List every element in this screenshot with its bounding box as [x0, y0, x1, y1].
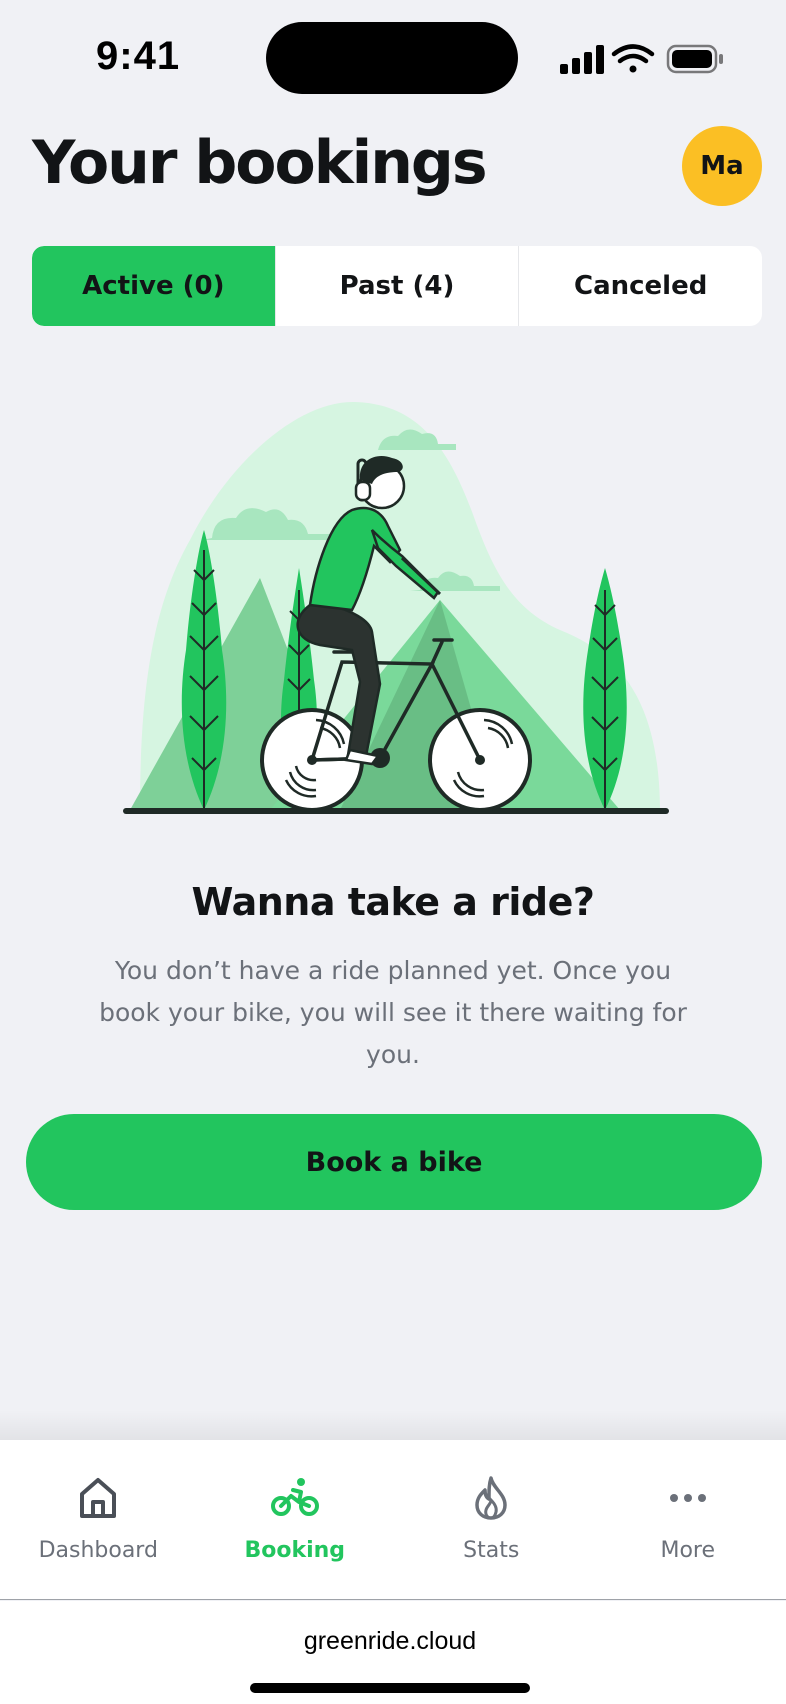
- tab-active[interactable]: Active (0): [32, 246, 276, 326]
- bottom-nav: Dashboard Booking Stats More: [0, 1440, 786, 1600]
- nav-label-booking: Booking: [244, 1538, 346, 1563]
- battery-icon: [666, 44, 723, 74]
- cyclist-illustration: [123, 401, 669, 814]
- more-icon: [669, 1494, 706, 1502]
- nav-item-dashboard[interactable]: Dashboard: [0, 1440, 197, 1599]
- nav-item-stats[interactable]: Stats: [393, 1440, 590, 1599]
- tab-past[interactable]: Past (4): [276, 246, 520, 326]
- page-title: Your bookings: [32, 128, 488, 198]
- dynamic-island: [266, 22, 518, 94]
- home-icon: [80, 1478, 117, 1518]
- home-indicator: [250, 1683, 530, 1693]
- url-text[interactable]: greenride.cloud: [0, 1627, 780, 1656]
- browser-url-bar: greenride.cloud: [0, 1601, 786, 1704]
- nav-label-more: More: [660, 1538, 716, 1563]
- empty-state-body: You don’t have a ride planned yet. Once …: [99, 956, 687, 1069]
- status-bar: 9:41: [0, 0, 786, 118]
- nav-item-more[interactable]: More: [590, 1440, 786, 1599]
- nav-label-stats: Stats: [463, 1538, 520, 1563]
- wifi-icon: [611, 44, 655, 73]
- nav-label-dashboard: Dashboard: [38, 1538, 158, 1563]
- empty-state-heading: Wanna take a ride?: [191, 880, 595, 924]
- avatar[interactable]: Ma: [682, 126, 762, 206]
- bike-icon: [270, 1478, 319, 1516]
- status-icons: [560, 44, 723, 74]
- booking-tabs: Active (0) Past (4) Canceled: [32, 246, 762, 326]
- tab-canceled[interactable]: Canceled: [519, 246, 762, 326]
- signal-icon: [560, 45, 604, 74]
- flame-icon: [475, 1476, 507, 1520]
- book-bike-button[interactable]: Book a bike: [26, 1114, 762, 1210]
- nav-item-booking[interactable]: Booking: [197, 1440, 394, 1599]
- status-time: 9:41: [96, 34, 181, 78]
- nav-shadow: [0, 1410, 786, 1440]
